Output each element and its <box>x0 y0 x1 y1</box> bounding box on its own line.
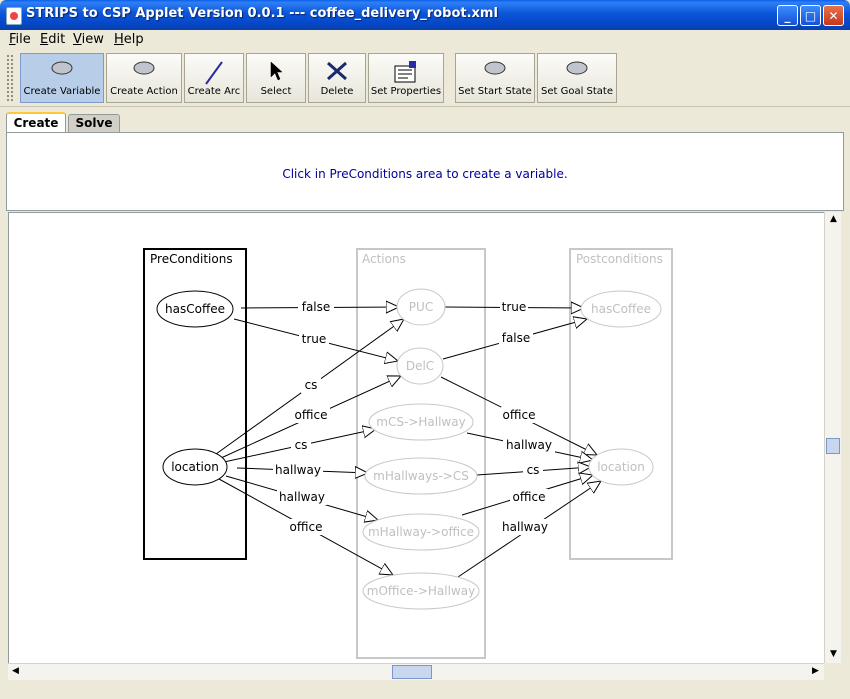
node-label: DelC <box>406 359 434 373</box>
horizontal-scrollbar[interactable]: ◀ ▶ <box>8 663 824 680</box>
scroll-down-arrow[interactable]: ▼ <box>826 647 841 662</box>
action-node-mhallway-office[interactable]: mHallway->office <box>362 513 480 551</box>
bottom-grip-bar <box>0 683 850 699</box>
menu-view[interactable]: View <box>73 32 104 47</box>
message-panel: Click in PreConditions area to create a … <box>6 132 844 211</box>
edge-label: cs <box>295 438 308 452</box>
edge-label: cs <box>305 378 318 392</box>
create-arc-label: Create Arc <box>187 86 241 97</box>
toolbar: Create Variable Create Action Create Arc… <box>0 50 850 107</box>
ellipse-icon <box>566 61 588 75</box>
vertical-scrollbar[interactable]: ▲ ▼ <box>824 212 841 663</box>
action-node-delc[interactable]: DelC <box>396 347 444 385</box>
preconditions-title: PreConditions <box>150 252 233 266</box>
node-label: mHallways->CS <box>373 469 469 483</box>
edge-label: office <box>295 408 328 422</box>
create-variable-button[interactable]: Create Variable <box>20 53 104 103</box>
close-button[interactable]: ✕ <box>823 5 844 26</box>
action-node-mcs-hallway[interactable]: mCS->Hallway <box>368 403 474 441</box>
action-node-puc[interactable]: PUC <box>396 288 446 326</box>
variable-node-hascoffee[interactable]: hasCoffee <box>156 290 234 328</box>
set-start-state-button[interactable]: Set Start State <box>455 53 535 103</box>
edge-label: office <box>513 490 546 504</box>
ellipse-icon <box>484 61 506 75</box>
ellipse-icon <box>133 61 155 75</box>
edge-label: hallway <box>506 438 552 452</box>
edge-label: false <box>502 331 531 345</box>
horizontal-scroll-thumb[interactable] <box>392 665 432 679</box>
menu-file[interactable]: File <box>9 32 31 47</box>
edge-label: false <box>302 300 331 314</box>
title-bar: STRIPS to CSP Applet Version 0.0.1 --- c… <box>0 0 850 30</box>
select-button[interactable]: Select <box>246 53 306 103</box>
edge-label: office <box>503 408 536 422</box>
delete-label: Delete <box>320 86 354 97</box>
ellipse-icon <box>51 61 73 75</box>
node-label: mOffice->Hallway <box>367 584 475 598</box>
edge-label: true <box>502 300 527 314</box>
edge-label: office <box>290 520 323 534</box>
status-message: Click in PreConditions area to create a … <box>282 167 568 181</box>
node-label: location <box>597 460 645 474</box>
create-action-button[interactable]: Create Action <box>106 53 182 103</box>
node-label: hasCoffee <box>165 302 225 316</box>
edge-label: cs <box>527 463 540 477</box>
set-goal-state-button[interactable]: Set Goal State <box>537 53 617 103</box>
window-title: STRIPS to CSP Applet Version 0.0.1 --- c… <box>26 6 498 21</box>
scroll-left-arrow[interactable]: ◀ <box>8 664 23 679</box>
set-properties-label: Set Properties <box>370 86 442 97</box>
minimize-button[interactable]: _ <box>777 5 798 26</box>
set-goal-state-label: Set Goal State <box>540 86 614 97</box>
line-icon <box>205 61 223 85</box>
vertical-scroll-thumb[interactable] <box>826 438 840 454</box>
delete-x-icon <box>327 61 347 81</box>
properties-icon <box>394 61 416 83</box>
create-variable-label: Create Variable <box>23 86 101 97</box>
node-label: mHallway->office <box>368 525 474 539</box>
action-node-moffice-hallway[interactable]: mOffice->Hallway <box>362 572 480 610</box>
node-label: hasCoffee <box>591 302 651 316</box>
maximize-button[interactable]: □ <box>800 5 821 26</box>
scroll-up-arrow[interactable]: ▲ <box>826 212 841 227</box>
toolbar-grip[interactable] <box>6 54 14 102</box>
scroll-right-arrow[interactable]: ▶ <box>808 664 823 679</box>
menu-edit[interactable]: Edit <box>40 32 65 47</box>
scroll-corner <box>824 663 841 680</box>
postcondition-node-location[interactable]: location <box>588 448 654 486</box>
delete-button[interactable]: Delete <box>308 53 366 103</box>
create-arc-button[interactable]: Create Arc <box>184 53 244 103</box>
cursor-icon <box>270 61 283 81</box>
node-label: location <box>171 460 219 474</box>
tab-solve[interactable]: Solve <box>68 114 120 132</box>
tab-create[interactable]: Create <box>6 112 66 133</box>
strips-graph[interactable]: PreConditions Actions Postconditions fal… <box>9 213 824 664</box>
variable-node-location[interactable]: location <box>162 448 228 486</box>
edge-label: hallway <box>279 490 325 504</box>
select-label: Select <box>260 86 292 97</box>
node-label: PUC <box>409 300 433 314</box>
edge-label: true <box>302 332 327 346</box>
edge-label: hallway <box>275 463 321 477</box>
actions-title: Actions <box>362 252 406 266</box>
postconditions-title: Postconditions <box>576 252 663 266</box>
postcondition-node-hascoffee[interactable]: hasCoffee <box>580 290 662 328</box>
set-properties-button[interactable]: Set Properties <box>368 53 444 103</box>
set-start-state-label: Set Start State <box>458 86 532 97</box>
menu-bar: File Edit View Help <box>0 30 850 50</box>
create-action-label: Create Action <box>110 86 178 97</box>
edge-label: hallway <box>502 520 548 534</box>
graph-canvas[interactable]: PreConditions Actions Postconditions fal… <box>8 212 824 664</box>
node-label: mCS->Hallway <box>376 415 465 429</box>
menu-help[interactable]: Help <box>114 32 144 47</box>
action-node-mhallways-cs[interactable]: mHallways->CS <box>364 457 478 495</box>
java-applet-icon <box>6 7 22 25</box>
